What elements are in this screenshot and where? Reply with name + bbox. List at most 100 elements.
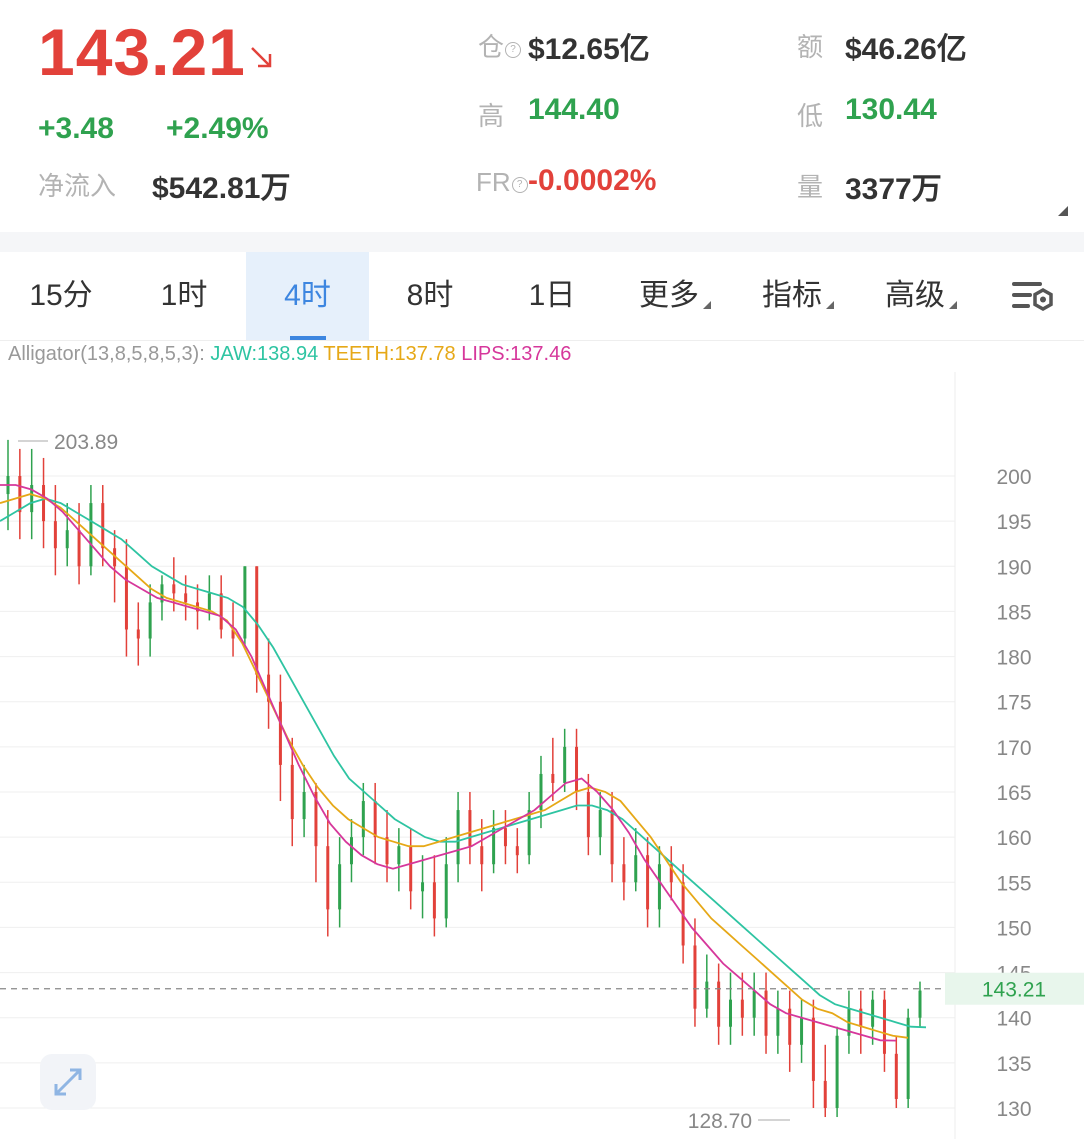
candle-body [515, 846, 519, 856]
candle-body [349, 837, 353, 865]
change-absolute: +3.48 [38, 112, 114, 145]
candle-body [468, 810, 472, 847]
y-axis-tick-label: 185 [996, 601, 1031, 624]
tab-label: 更多 [639, 279, 699, 312]
candle-body [634, 855, 638, 883]
net-inflow-value: $542.81万 [152, 172, 291, 205]
y-axis-tick-label: 180 [996, 647, 1031, 670]
candlestick-chart[interactable]: 2001951901851801751701651601551501451401… [0, 372, 1084, 1139]
help-icon[interactable]: ? [511, 177, 528, 193]
candle-body [101, 503, 105, 549]
open-interest-value: $12.65亿 [528, 33, 650, 66]
candle-body [575, 746, 579, 792]
tab-indicators[interactable]: 指标 [737, 252, 859, 340]
series-line-lips [0, 484, 897, 1042]
candle-body [243, 566, 247, 639]
candle-body [456, 810, 460, 865]
candle-body [278, 701, 282, 765]
tab-label: 8时 [406, 279, 454, 312]
tab-advanced[interactable]: 高级 [860, 252, 982, 340]
candle-body [77, 530, 81, 567]
candle-body [397, 846, 401, 865]
candle-body [871, 999, 875, 1027]
candle-body [622, 864, 626, 883]
candle-body [432, 882, 436, 919]
candle-body [503, 828, 507, 847]
candle-body [421, 882, 425, 892]
indicator-jaw: JAW:138.94 [210, 343, 319, 365]
candle-body [409, 846, 413, 892]
series-line-teeth [0, 493, 909, 1039]
y-axis-tick-label: 150 [996, 917, 1031, 940]
candle-body [894, 1053, 898, 1099]
candle-body [361, 801, 365, 838]
candle-body [764, 990, 768, 1036]
candle-body [527, 810, 531, 856]
candle-body [255, 566, 259, 675]
y-axis-tick-label: 165 [996, 782, 1031, 805]
candle-body [172, 584, 176, 594]
volume-label: 量 [797, 172, 824, 202]
candle-body [18, 476, 22, 513]
tab-label: 1日 [528, 279, 576, 312]
tab-8h[interactable]: 8时 [369, 252, 491, 340]
alligator-indicator-legend[interactable]: Alligator(13,8,5,8,5,3): JAW:138.94 TEET… [8, 343, 571, 366]
candle-body [906, 1017, 910, 1099]
max-price-marker: 203.89 [54, 431, 118, 454]
tab-label: 高级 [885, 279, 945, 312]
y-axis-tick-label: 130 [996, 1098, 1031, 1121]
funding-rate-label[interactable]: FR? [476, 167, 528, 198]
y-axis-tick-label: 175 [996, 692, 1031, 715]
candle-body [551, 773, 555, 783]
candle-body [444, 864, 448, 919]
tab-15m[interactable]: 15分 [0, 252, 122, 340]
candle-body [136, 629, 140, 639]
change-percent: +2.49% [166, 112, 269, 145]
help-icon[interactable]: ? [505, 42, 522, 58]
candle-body [148, 602, 152, 639]
open-interest-label[interactable]: 仓? [478, 27, 522, 64]
candle-body [290, 764, 294, 820]
interval-tabs: 15分 1时 4时 8时 1日 更多 指标 高级 [0, 252, 1084, 341]
indicator-name: Alligator(13,8,5,8,5,3): [8, 343, 205, 365]
dropdown-icon [826, 301, 834, 309]
candle-body [338, 864, 342, 910]
y-axis-tick-label: 190 [996, 556, 1031, 579]
net-inflow-label: 净流入 [38, 171, 117, 201]
low-value: 130.44 [845, 93, 937, 126]
current-price-label: 143.21 [982, 979, 1046, 1002]
amount-label: 额 [797, 32, 824, 62]
dropdown-icon [949, 301, 957, 309]
y-axis-tick-label: 200 [996, 466, 1031, 489]
min-price-marker: 128.70 [688, 1110, 752, 1133]
section-divider [0, 232, 1084, 252]
candle-body [124, 566, 128, 630]
candle-body [882, 999, 886, 1054]
y-axis-tick-label: 135 [996, 1053, 1031, 1076]
fullscreen-button[interactable] [40, 1054, 96, 1110]
y-axis-tick-label: 195 [996, 511, 1031, 534]
tab-more[interactable]: 更多 [614, 252, 736, 340]
y-axis-tick-label: 160 [996, 827, 1031, 850]
tab-1h[interactable]: 1时 [123, 252, 245, 340]
candle-body [705, 981, 709, 1009]
high-value: 144.40 [528, 93, 620, 126]
tab-1d[interactable]: 1日 [491, 252, 613, 340]
candle-body [42, 485, 46, 522]
candle-body [219, 593, 223, 630]
candle-body [811, 1017, 815, 1081]
candle-body [563, 746, 567, 783]
candle-body [480, 846, 484, 865]
open-interest-label-text: 仓 [478, 32, 505, 62]
chart-settings-icon[interactable] [1012, 278, 1056, 314]
expand-header-icon[interactable] [1058, 206, 1068, 216]
dropdown-icon [703, 301, 711, 309]
candle-body [823, 1080, 827, 1108]
y-axis-tick-label: 155 [996, 872, 1031, 895]
tab-4h[interactable]: 4时 [246, 252, 369, 340]
volume-value: 3377万 [845, 173, 942, 206]
candle-body [207, 593, 211, 612]
last-price: 143.21 [38, 15, 246, 89]
candle-body [835, 1035, 839, 1108]
candle-body [326, 846, 330, 910]
